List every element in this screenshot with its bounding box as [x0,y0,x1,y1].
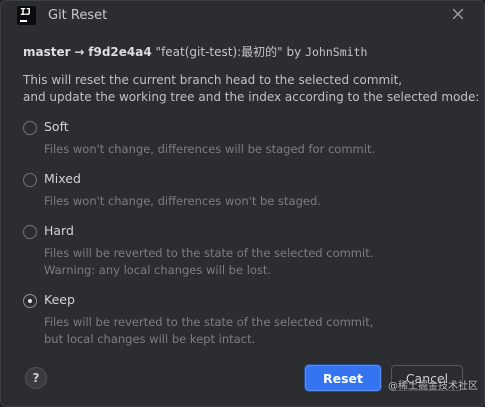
branch-name: master [23,45,71,59]
by-label: by [286,45,302,59]
commit-author: JohnSmith [305,45,368,59]
title-bar: IJ Git Reset [1,1,484,31]
commit-hash: f9d2e4a4 [88,45,152,59]
option-label: Mixed [44,171,81,186]
option-description: Files will be reverted to the state of t… [44,314,373,348]
close-icon[interactable] [450,6,466,22]
reset-description: This will reset the current branch head … [23,72,479,106]
radio-keep[interactable] [23,294,37,308]
dialog-title: Git Reset [48,8,108,23]
help-button[interactable]: ? [25,367,47,389]
option-description-line-2: Warning: any local changes will be lost. [44,263,272,277]
commit-message: "feat(git-test):最初的" [155,45,283,59]
radio-hard[interactable] [23,225,37,239]
watermark: @稀土掘金技术社区 [388,381,478,392]
option-description-line-1: Files will be reverted to the state of t… [44,246,374,260]
description-line-2: and update the working tree and the inde… [23,90,480,104]
reset-button[interactable]: Reset [305,365,381,391]
radio-mixed[interactable] [23,173,37,187]
option-description: Files won't change, differences will be … [44,142,376,156]
option-label: Hard [44,223,74,238]
option-description-line-2: but local changes will be kept intact. [44,332,256,346]
option-label: Soft [44,119,69,134]
option-description: Files won't change, differences won't be… [44,194,321,208]
option-label: Keep [44,292,75,307]
app-icon-text: IJ [20,7,31,18]
commit-summary: master → f9d2e4a4 "feat(git-test):最初的" b… [23,43,367,60]
arrow-icon: → [74,45,85,59]
git-reset-dialog: IJ Git Reset master → f9d2e4a4 "feat(git… [0,0,485,407]
option-description: Files will be reverted to the state of t… [44,245,373,279]
option-description-line-1: Files will be reverted to the state of t… [44,315,374,329]
intellij-icon: IJ [17,6,36,25]
description-line-1: This will reset the current branch head … [23,73,403,87]
radio-soft[interactable] [23,121,37,135]
